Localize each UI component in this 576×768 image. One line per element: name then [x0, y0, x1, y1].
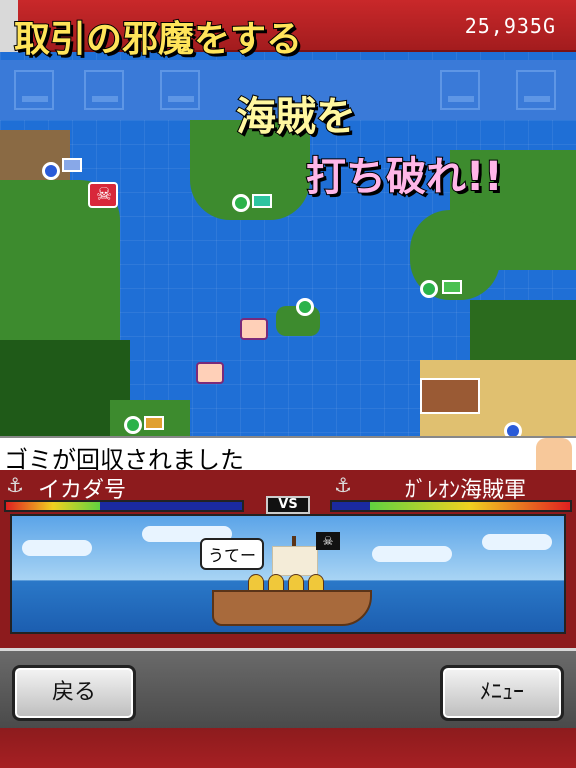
- town-pin-icon[interactable]: [420, 280, 438, 298]
- anchor-icon: ⚓: [334, 473, 352, 497]
- speech-bubble: うてー: [200, 538, 265, 570]
- back-button[interactable]: 戻る: [12, 665, 136, 721]
- ship-slot[interactable]: [516, 70, 556, 110]
- enemy-hp-bar: [330, 500, 572, 512]
- jolly-roger-icon: ☠: [316, 532, 340, 550]
- menu-button[interactable]: ﾒﾆｭｰ: [440, 665, 564, 721]
- pirate-skull-icon[interactable]: [88, 182, 118, 208]
- flag-icon: [252, 194, 272, 208]
- town-pin-icon[interactable]: [42, 162, 60, 180]
- cloud: [22, 540, 92, 556]
- ship-names-bar: ⚓ イカダ号 ⚓ ｶﾞﾚｵﾝ海賊軍: [0, 470, 576, 503]
- headline-line-2: 海賊を: [235, 93, 357, 141]
- bottom-red-strip: [0, 728, 576, 768]
- vs-badge: VS: [266, 496, 310, 514]
- cargo-icon: [524, 80, 550, 102]
- ship-slot[interactable]: [14, 70, 54, 110]
- flag-icon: [442, 280, 462, 294]
- headline-line-1: 取引の邪魔をする: [13, 18, 303, 61]
- ship-icon: [168, 80, 194, 102]
- ship-sail: [272, 546, 318, 576]
- ship-icon: [448, 80, 474, 102]
- ship-hull: [212, 590, 372, 626]
- anchor-icon: ⚓: [6, 473, 24, 497]
- battle-scene: ☠ うてー: [10, 514, 566, 634]
- advisor-portrait: [536, 438, 572, 472]
- ship-slot[interactable]: [160, 70, 200, 110]
- bottom-bar: 戻る ﾒﾆｭｰ: [0, 648, 576, 768]
- town-pin-icon[interactable]: [296, 298, 314, 316]
- cargo-icon: [92, 80, 118, 102]
- merchant-icon[interactable]: [240, 318, 268, 340]
- player-hp-fill: [6, 502, 101, 510]
- flag-icon: [144, 416, 164, 430]
- cloud: [372, 546, 452, 562]
- battle-panel: ⚓ イカダ号 ⚓ ｶﾞﾚｵﾝ海賊軍 VS ☠ うてー: [0, 470, 576, 648]
- headline-line-3: 打ち破れ!!: [305, 153, 503, 201]
- player-hp-bar: [4, 500, 244, 512]
- flag-icon: [62, 158, 82, 172]
- cloud: [482, 534, 552, 550]
- world-map[interactable]: 25,935G 取引の邪魔をする 海賊を 打ち破れ!!: [0, 0, 576, 440]
- ship-icon: [22, 80, 48, 102]
- town-pin-icon[interactable]: [232, 194, 250, 212]
- merchant-icon[interactable]: [196, 362, 224, 384]
- ship-slot[interactable]: [84, 70, 124, 110]
- ship-slot[interactable]: [440, 70, 480, 110]
- pirate-fleet-icon[interactable]: [420, 378, 480, 414]
- message-bar: ゴミが回収されました: [0, 436, 576, 474]
- enemy-hp-fill: [370, 502, 570, 510]
- town-pin-icon[interactable]: [124, 416, 142, 434]
- gold-amount: 25,935G: [464, 14, 556, 38]
